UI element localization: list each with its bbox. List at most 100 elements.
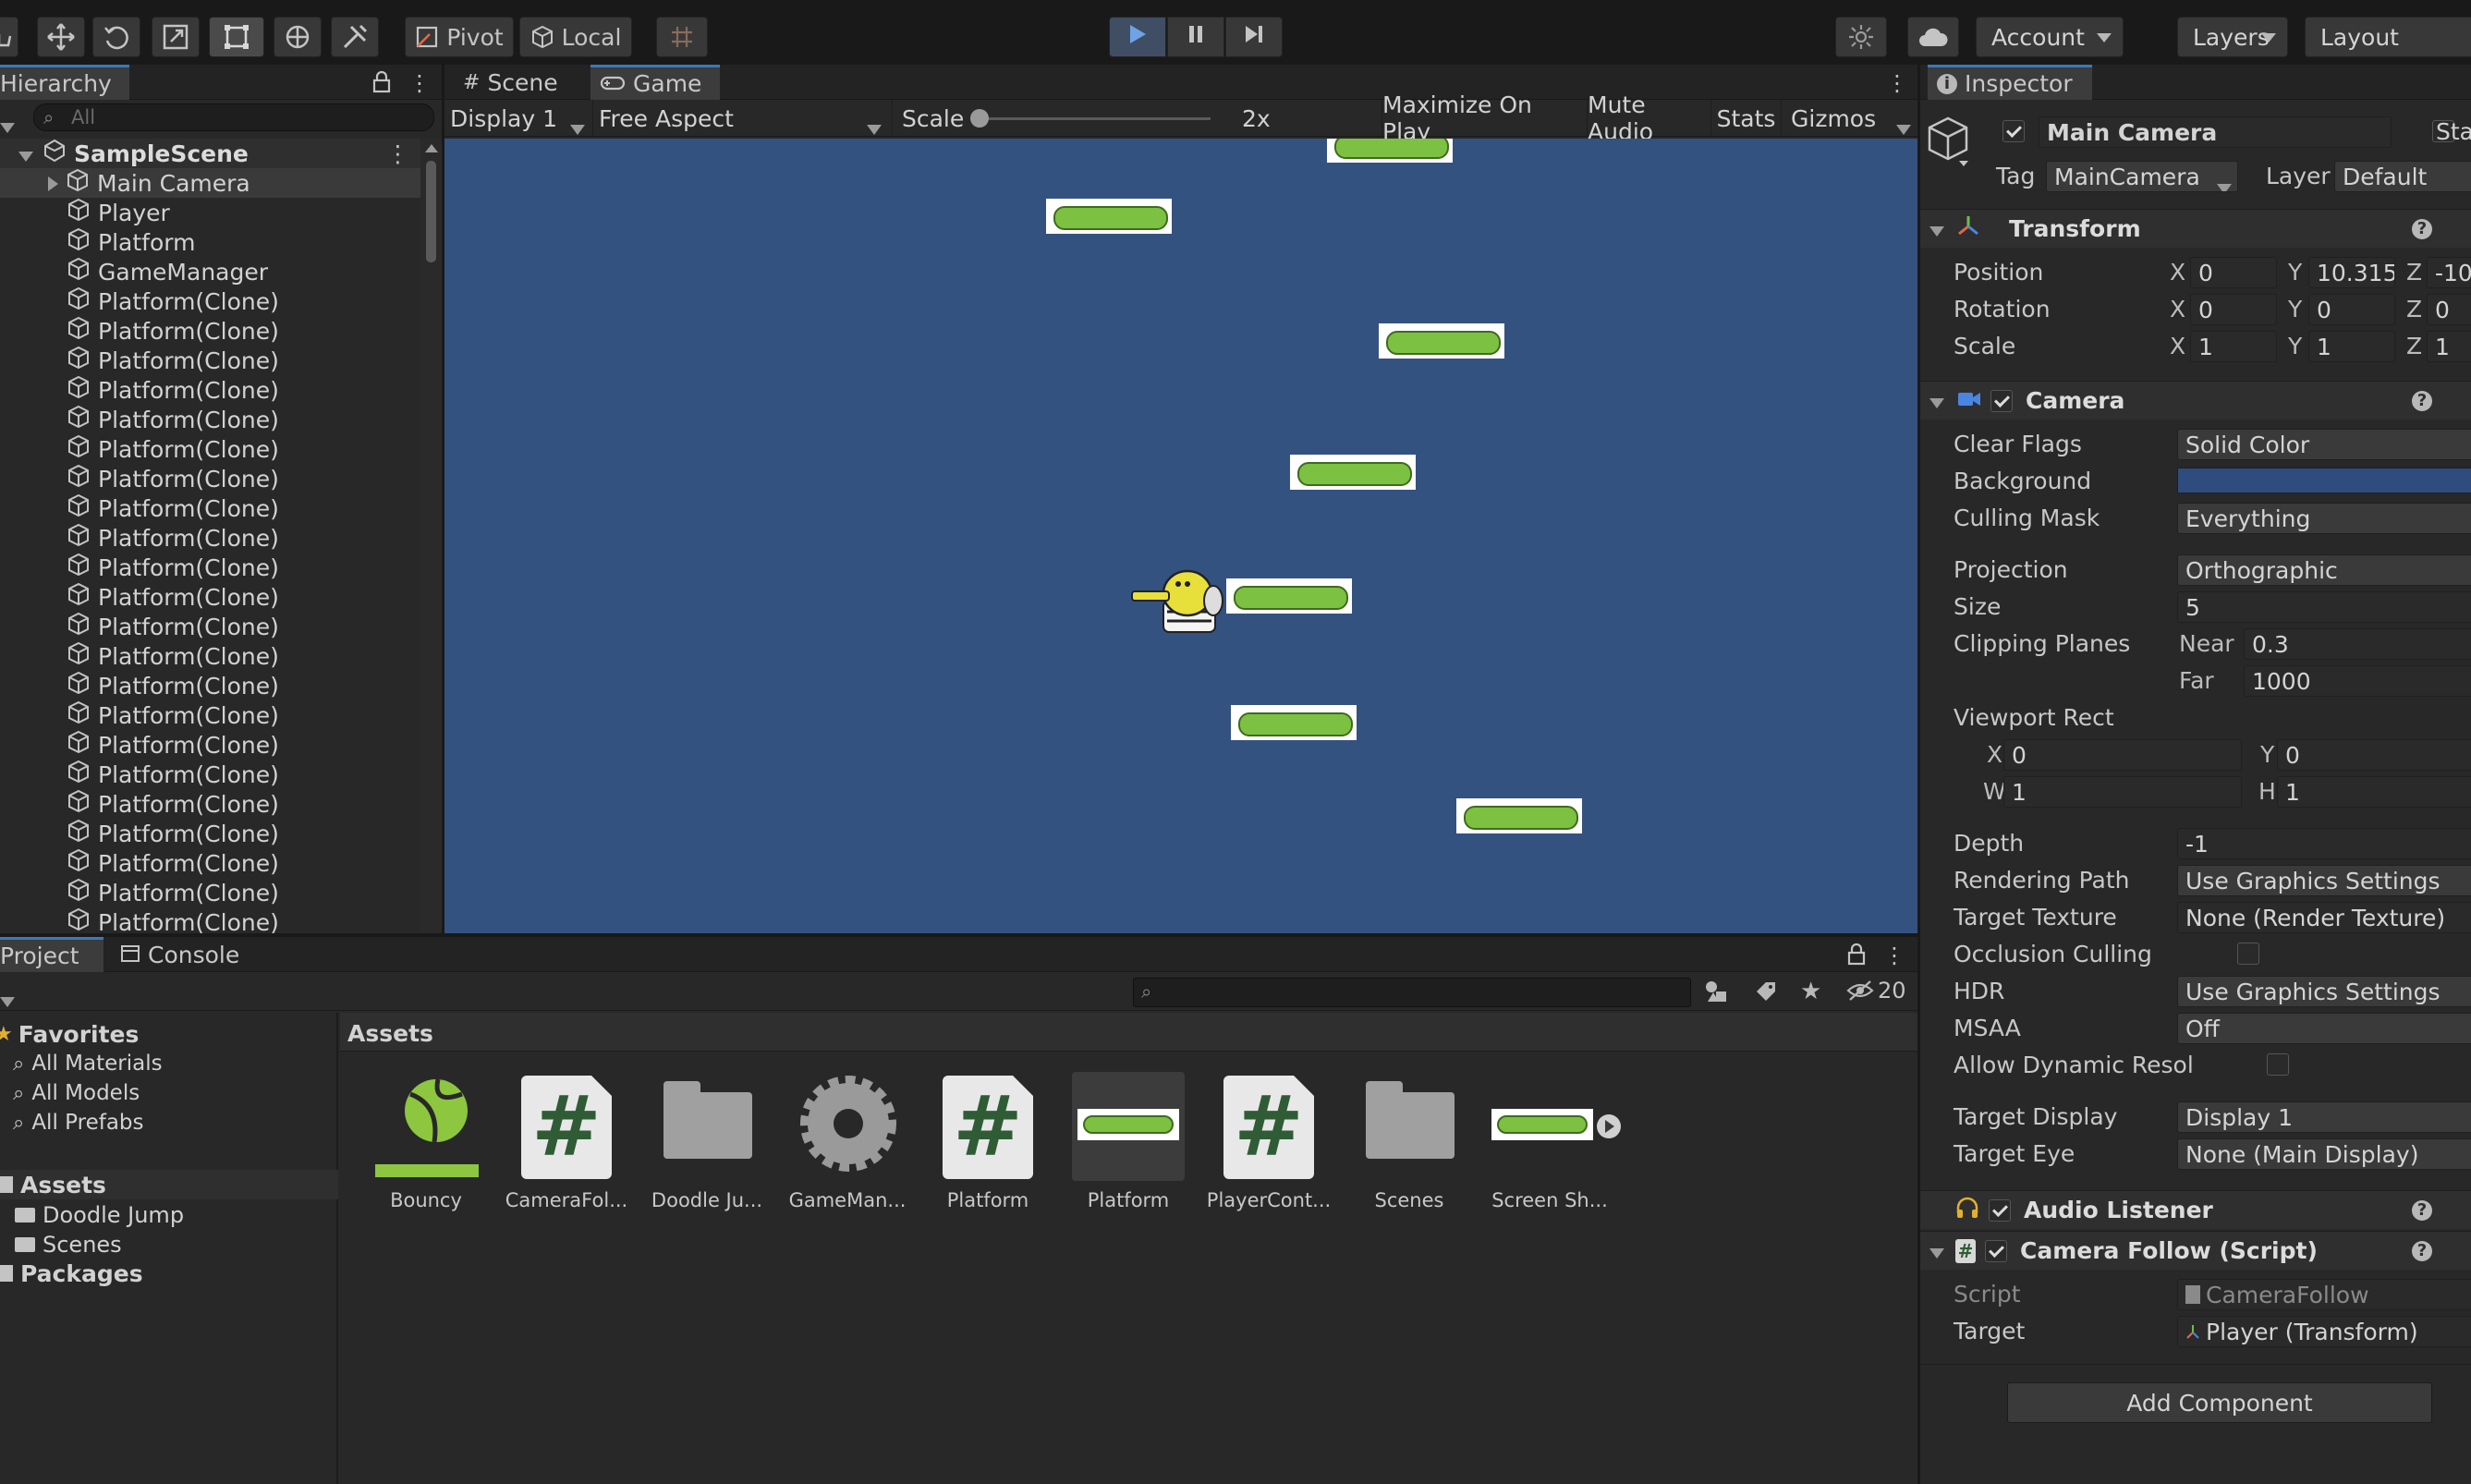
favorites-row[interactable]: ★ Favorites [0,1020,139,1048]
target-field[interactable]: Player (Transform) [2177,1316,2471,1347]
tab-scene[interactable]: # Scene [454,65,589,100]
display-dropdown[interactable]: Display 1 [444,100,589,137]
hierarchy-item[interactable]: Platform(Clone) [0,553,420,582]
aspect-dropdown[interactable]: Free Aspect [592,100,888,137]
more-options-icon[interactable]: ⋮ [1886,70,1908,96]
projection-dropdown[interactable]: Orthographic [2177,554,2471,586]
hierarchy-item[interactable]: Platform(Clone) [0,582,420,612]
hierarchy-item[interactable]: Platform(Clone) [0,641,420,671]
hierarchy-scrollbar[interactable] [420,139,442,933]
object-name-field[interactable]: Main Camera [2039,116,2392,148]
scale-slider[interactable]: Scale 2x [892,100,1271,137]
viewport-y-field[interactable]: 0 [2277,739,2471,771]
tab-inspector[interactable]: i Inspector [1928,65,2092,100]
create-dropdown[interactable] [0,113,15,139]
audio-listener-checkbox[interactable] [1989,1198,2011,1222]
rotation-z-field[interactable]: 0 [2427,294,2471,325]
size-field[interactable]: 5 [2177,591,2471,623]
gizmos-dropdown[interactable]: Gizmos [1781,100,1917,137]
rotation-x-field[interactable]: 0 [2190,294,2277,325]
asset-folder-item[interactable]: Doodle Jump [15,1201,184,1229]
favorite-item[interactable]: ⌕ All Materials [13,1050,163,1077]
camera-follow-component-header[interactable]: # Camera Follow (Script) ? [1920,1231,2471,1270]
hierarchy-item[interactable]: Platform(Clone) [0,316,420,346]
position-z-field[interactable]: -10 [2427,257,2471,288]
move-tool-button[interactable] [37,17,85,57]
layers-dropdown[interactable]: Layers [2177,17,2288,57]
expand-arrow-icon[interactable] [1597,1114,1621,1138]
hierarchy-item[interactable]: Main Camera [0,168,420,198]
tab-project[interactable]: Project [0,937,103,972]
background-color-swatch[interactable] [2177,468,2471,493]
pivot-toggle[interactable]: Pivot [405,17,514,57]
audio-listener-component-header[interactable]: Audio Listener ? [1920,1190,2471,1229]
scene-menu-icon[interactable]: ⋮ [386,140,409,167]
hierarchy-item[interactable]: Platform(Clone) [0,405,420,434]
pause-button[interactable] [1167,17,1224,57]
favorite-star-icon[interactable]: ★ [1800,978,1821,1005]
grid-snap-button[interactable] [656,17,708,57]
hierarchy-item[interactable]: Platform(Clone) [0,493,420,523]
step-button[interactable] [1225,17,1283,57]
scale-x-field[interactable]: 1 [2190,331,2277,362]
favorite-item[interactable]: ⌕ All Prefabs [13,1109,144,1137]
tag-dropdown[interactable]: MainCamera [2046,161,2238,192]
scale-z-field[interactable]: 1 [2427,331,2471,362]
dynamic-resolution-checkbox[interactable] [2266,1053,2289,1076]
hierarchy-item[interactable]: Platform(Clone) [0,907,420,933]
lighting-button[interactable] [1835,17,1887,57]
hierarchy-item[interactable]: Platform(Clone) [0,434,420,464]
mute-audio-toggle[interactable]: Mute Audio [1587,91,1710,145]
hierarchy-search-input[interactable]: ⌕ All [33,103,434,131]
camera-enabled-checkbox[interactable] [1990,389,2013,412]
label-tag-icon[interactable] [1754,979,1778,1009]
camera-follow-checkbox[interactable] [1985,1239,2007,1262]
hierarchy-item[interactable]: Platform(Clone) [0,730,420,760]
target-display-dropdown[interactable]: Display 1 [2177,1101,2471,1133]
rendering-path-dropdown[interactable]: Use Graphics Settings [2177,865,2471,896]
assets-breadcrumb[interactable]: Assets [347,1020,433,1047]
rotation-y-field[interactable]: 0 [2308,294,2395,325]
create-dropdown[interactable] [0,987,15,1013]
play-button[interactable] [1109,17,1166,57]
favorite-item[interactable]: ⌕ All Models [13,1079,140,1107]
hierarchy-item[interactable]: Platform(Clone) [0,671,420,700]
hand-tool-button[interactable] [0,17,18,57]
hierarchy-item[interactable]: Platform(Clone) [0,878,420,907]
lock-icon[interactable] [371,70,392,100]
local-toggle[interactable]: Local [519,17,632,57]
hidden-eye-icon[interactable] [1846,979,1874,1007]
hierarchy-item[interactable]: Platform(Clone) [0,286,420,316]
help-icon[interactable]: ? [2412,1200,2432,1221]
asset-folder-item[interactable]: Scenes [15,1231,122,1259]
rotate-tool-button[interactable] [92,17,140,57]
scale-y-field[interactable]: 1 [2308,331,2395,362]
position-y-field[interactable]: 10.315 [2308,257,2395,288]
hierarchy-item[interactable]: Player [0,198,420,227]
depth-field[interactable]: -1 [2177,828,2471,859]
viewport-x-field[interactable]: 0 [2003,739,2242,771]
game-canvas[interactable] [444,139,1917,933]
more-options-icon[interactable]: ⋮ [1883,943,1905,968]
hierarchy-item[interactable]: Platform(Clone) [0,523,420,553]
hierarchy-item[interactable]: Platform(Clone) [0,789,420,819]
culling-mask-dropdown[interactable]: Everything [2177,503,2471,534]
account-dropdown[interactable]: Account [1976,17,2124,57]
viewport-h-field[interactable]: 1 [2277,776,2471,808]
active-checkbox[interactable] [2002,120,2025,142]
help-icon[interactable]: ? [2412,391,2432,411]
tab-game[interactable]: Game [590,65,720,100]
hdr-dropdown[interactable]: Use Graphics Settings [2177,976,2471,1007]
camera-component-header[interactable]: Camera ? [1920,381,2471,420]
scene-row[interactable]: SampleScene ⋮ [0,139,420,168]
hierarchy-item[interactable]: GameManager [0,257,420,286]
maximize-on-play-toggle[interactable]: Maximize On Play [1382,91,1587,145]
hierarchy-item[interactable]: Platform(Clone) [0,700,420,730]
add-component-button[interactable]: Add Component [2007,1382,2432,1423]
tab-console[interactable]: Console [111,937,250,972]
layout-dropdown[interactable]: Layout [2305,17,2471,57]
msaa-dropdown[interactable]: Off [2177,1013,2471,1044]
hierarchy-item[interactable]: Platform(Clone) [0,375,420,405]
clear-flags-dropdown[interactable]: Solid Color [2177,429,2471,460]
lock-icon[interactable] [1846,943,1867,972]
